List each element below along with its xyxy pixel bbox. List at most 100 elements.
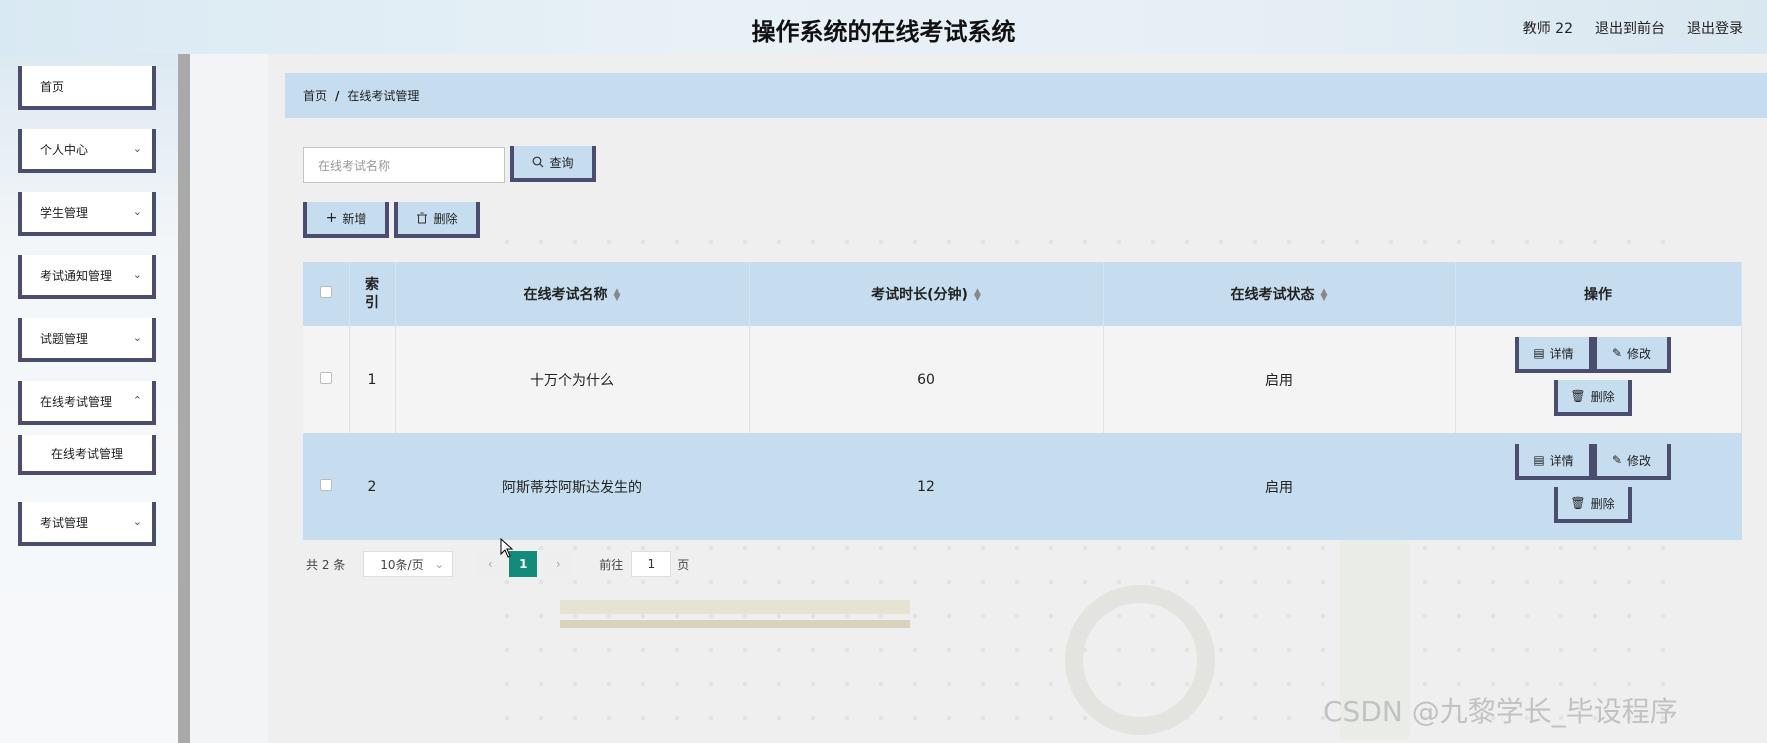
chevron-down-icon: ⌄ [434, 557, 445, 571]
table-row: 1 十万个为什么 60 启用 ▤ 详情 ✎ 修改 🗑 删除 [303, 326, 1742, 433]
breadcrumb: 首页 / 在线考试管理 [285, 73, 1767, 118]
pagination-total: 共 2 条 [306, 557, 346, 572]
goto-page-input[interactable]: 1 [631, 551, 672, 577]
watermark: CSDN @九黎学长_毕设程序 [1323, 695, 1678, 728]
select-all-cell [303, 262, 350, 326]
trash-icon: 🗑 [1570, 389, 1586, 403]
pencil-icon: ✎ [1611, 346, 1623, 360]
edit-button-label: 修改 [1627, 453, 1652, 468]
next-page-button[interactable]: › [545, 551, 572, 577]
row-actions: ▤ 详情 ✎ 修改 🗑 删除 [1455, 433, 1742, 540]
header-actions: 教师 22 退出到前台 退出登录 [1523, 18, 1743, 38]
sidebar-item-label: 首页 [40, 79, 65, 94]
chevron-down-icon: ⌄ [132, 142, 142, 155]
sidebar-item-question-management[interactable]: 试题管理 ⌄ [18, 318, 156, 362]
column-header-actions: 操作 [1455, 262, 1742, 326]
app-title: 操作系统的在线考试系统 [751, 18, 1016, 46]
column-header-status-label: 在线考试状态 [1230, 287, 1315, 303]
sidebar-item-label: 学生管理 [40, 205, 89, 220]
sidebar-item-label: 试题管理 [40, 331, 89, 346]
logout-link[interactable]: 退出登录 [1687, 18, 1743, 38]
delete-button[interactable]: 删除 [394, 202, 480, 238]
sidebar-gap [190, 54, 268, 743]
row-status: 启用 [1103, 326, 1456, 433]
breadcrumb-home[interactable]: 首页 [303, 87, 327, 104]
document-icon: ▤ [1533, 346, 1545, 360]
row-delete-button-label: 删除 [1590, 496, 1615, 511]
row-checkbox[interactable] [319, 371, 332, 384]
trash-icon [417, 212, 428, 224]
chevron-right-icon: › [555, 557, 561, 571]
pagination: 共 2 条 10条/页 ⌄ ‹ 1 › 前往 1 页 [303, 551, 689, 577]
sort-icon[interactable]: ▲ ▼ [974, 288, 981, 303]
row-duration: 60 [749, 326, 1104, 433]
goto-label: 前往 [599, 557, 624, 572]
sidebar-item-personal-center[interactable]: 个人中心 ⌄ [18, 129, 156, 173]
row-select-cell [303, 326, 350, 433]
exit-to-front-link[interactable]: 退出到前台 [1595, 18, 1665, 38]
sidebar-item-label: 考试管理 [40, 515, 89, 530]
row-delete-button[interactable]: 🗑 删除 [1553, 487, 1632, 523]
document-icon: ▤ [1533, 453, 1545, 467]
sidebar-item-exam-notice-management[interactable]: 考试通知管理 ⌄ [18, 255, 156, 299]
sidebar-item-online-exam-management[interactable]: 在线考试管理 ⌃ [18, 381, 156, 425]
select-all-checkbox[interactable] [319, 286, 332, 298]
edit-button[interactable]: ✎ 修改 [1592, 337, 1671, 373]
page-size-value: 10条/页 [380, 557, 424, 572]
search-button[interactable]: 查询 [510, 146, 596, 182]
row-exam-name: 十万个为什么 [395, 326, 750, 433]
sidebar-item-exam-management[interactable]: 考试管理 ⌄ [18, 502, 156, 546]
row-actions: ▤ 详情 ✎ 修改 🗑 删除 [1455, 326, 1742, 433]
chevron-up-icon: ⌃ [132, 394, 142, 407]
page-suffix-label: 页 [677, 557, 690, 572]
column-header-duration[interactable]: 考试时长(分钟) ▲ ▼ [749, 262, 1104, 326]
sidebar-item-label: 个人中心 [40, 142, 89, 157]
column-header-index: 索引 [349, 262, 396, 326]
column-header-name-label: 在线考试名称 [523, 287, 608, 303]
sidebar-item-label: 考试通知管理 [40, 268, 113, 283]
column-header-status[interactable]: 在线考试状态 ▲ ▼ [1103, 262, 1456, 326]
column-header-actions-label: 操作 [1584, 287, 1612, 303]
row-duration: 12 [749, 433, 1104, 540]
row-index: 1 [349, 326, 396, 433]
column-header-index-label: 索引 [365, 277, 379, 311]
pencil-icon: ✎ [1611, 453, 1623, 467]
sort-icon[interactable]: ▲ ▼ [614, 288, 621, 303]
sidebar-item-label: 在线考试管理 [40, 394, 113, 409]
sidebar-scrollbar[interactable] [178, 54, 190, 743]
detail-button[interactable]: ▤ 详情 [1514, 337, 1593, 373]
page-size-select[interactable]: 10条/页 ⌄ [363, 551, 454, 577]
background-decoration [1065, 585, 1215, 735]
search-input[interactable]: 在线考试名称 [303, 147, 505, 183]
chevron-down-icon: ⌄ [132, 205, 142, 218]
edit-button-label: 修改 [1627, 346, 1652, 361]
plus-icon: + [325, 210, 338, 226]
column-header-duration-label: 考试时长(分钟) [871, 287, 968, 303]
chevron-left-icon: ‹ [487, 557, 493, 571]
edit-button[interactable]: ✎ 修改 [1592, 444, 1671, 480]
breadcrumb-current: 在线考试管理 [347, 89, 420, 103]
delete-button-label: 删除 [433, 211, 458, 226]
sidebar-item-student-management[interactable]: 学生管理 ⌄ [18, 192, 156, 236]
table-row: 2 阿斯蒂芬阿斯达发生的 12 启用 ▤ 详情 ✎ 修改 🗑 删除 [303, 433, 1742, 540]
row-index: 2 [349, 433, 396, 540]
exam-table: 索引 在线考试名称 ▲ ▼ 考试时长(分钟) ▲ ▼ 在线考试状态 ▲ ▼ 操作 1 十万个… [303, 262, 1742, 540]
row-delete-button[interactable]: 🗑 删除 [1553, 380, 1632, 416]
row-status: 启用 [1103, 433, 1456, 540]
add-button[interactable]: + 新增 [303, 202, 389, 238]
row-delete-button-label: 删除 [1590, 389, 1615, 404]
mouse-cursor-icon [500, 538, 514, 558]
sidebar-item-home[interactable]: 首页 [18, 66, 156, 110]
row-checkbox[interactable] [319, 478, 332, 491]
add-button-label: 新增 [342, 211, 367, 226]
detail-button-label: 详情 [1549, 346, 1574, 361]
sidebar-subitem-online-exam-management[interactable]: 在线考试管理 [18, 435, 156, 475]
sort-icon[interactable]: ▲ ▼ [1321, 288, 1328, 303]
background-decoration [560, 620, 910, 628]
column-header-name[interactable]: 在线考试名称 ▲ ▼ [395, 262, 750, 326]
detail-button[interactable]: ▤ 详情 [1514, 444, 1593, 480]
breadcrumb-separator: / [335, 88, 340, 103]
search-icon [533, 156, 544, 168]
current-user: 教师 22 [1522, 21, 1573, 37]
search-button-label: 查询 [549, 155, 574, 170]
